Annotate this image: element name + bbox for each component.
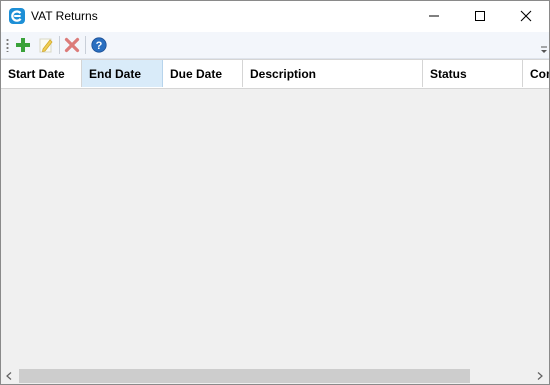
toolbar-overflow-icon[interactable] — [540, 45, 548, 55]
window-title: VAT Returns — [31, 9, 98, 23]
toolbar-separator — [85, 36, 86, 54]
close-icon — [520, 10, 532, 22]
maximize-icon — [475, 11, 485, 21]
app-logo-e-icon — [9, 8, 25, 24]
edit-button[interactable] — [36, 35, 56, 55]
add-icon — [16, 38, 30, 52]
close-button[interactable] — [503, 1, 549, 32]
scroll-left-button[interactable] — [1, 368, 18, 384]
column-header-description[interactable]: Description — [243, 60, 423, 87]
minimize-button[interactable] — [411, 1, 457, 32]
maximize-button[interactable] — [457, 1, 503, 32]
column-header-com[interactable]: Com — [523, 60, 549, 87]
title-bar[interactable]: VAT Returns — [1, 1, 549, 32]
column-header-due-date[interactable]: Due Date — [163, 60, 243, 87]
delete-icon — [64, 37, 80, 53]
delete-button[interactable] — [62, 35, 82, 55]
scroll-right-button[interactable] — [532, 368, 549, 384]
edit-icon — [39, 38, 53, 53]
chevron-left-icon — [6, 372, 12, 380]
help-button[interactable]: ? — [89, 35, 109, 55]
add-button[interactable] — [13, 35, 33, 55]
grid-header-row: Start Date End Date Due Date Description… — [1, 59, 549, 89]
minimize-icon — [429, 15, 439, 17]
toolbar: ? — [1, 32, 549, 59]
toolbar-separator — [59, 36, 60, 54]
column-header-start-date[interactable]: Start Date — [1, 60, 82, 87]
column-header-status[interactable]: Status — [423, 60, 523, 87]
help-icon: ? — [91, 37, 107, 53]
horizontal-scrollbar[interactable] — [1, 368, 549, 384]
svg-text:?: ? — [96, 40, 103, 52]
vat-returns-window: VAT Returns ? Start Date End Date Due Da… — [0, 0, 550, 385]
column-header-end-date[interactable]: End Date — [82, 60, 163, 87]
chevron-right-icon — [537, 372, 543, 380]
vat-returns-grid[interactable]: Start Date End Date Due Date Description… — [1, 59, 549, 368]
toolbar-grip[interactable] — [6, 38, 9, 52]
scrollbar-thumb[interactable] — [19, 369, 470, 383]
